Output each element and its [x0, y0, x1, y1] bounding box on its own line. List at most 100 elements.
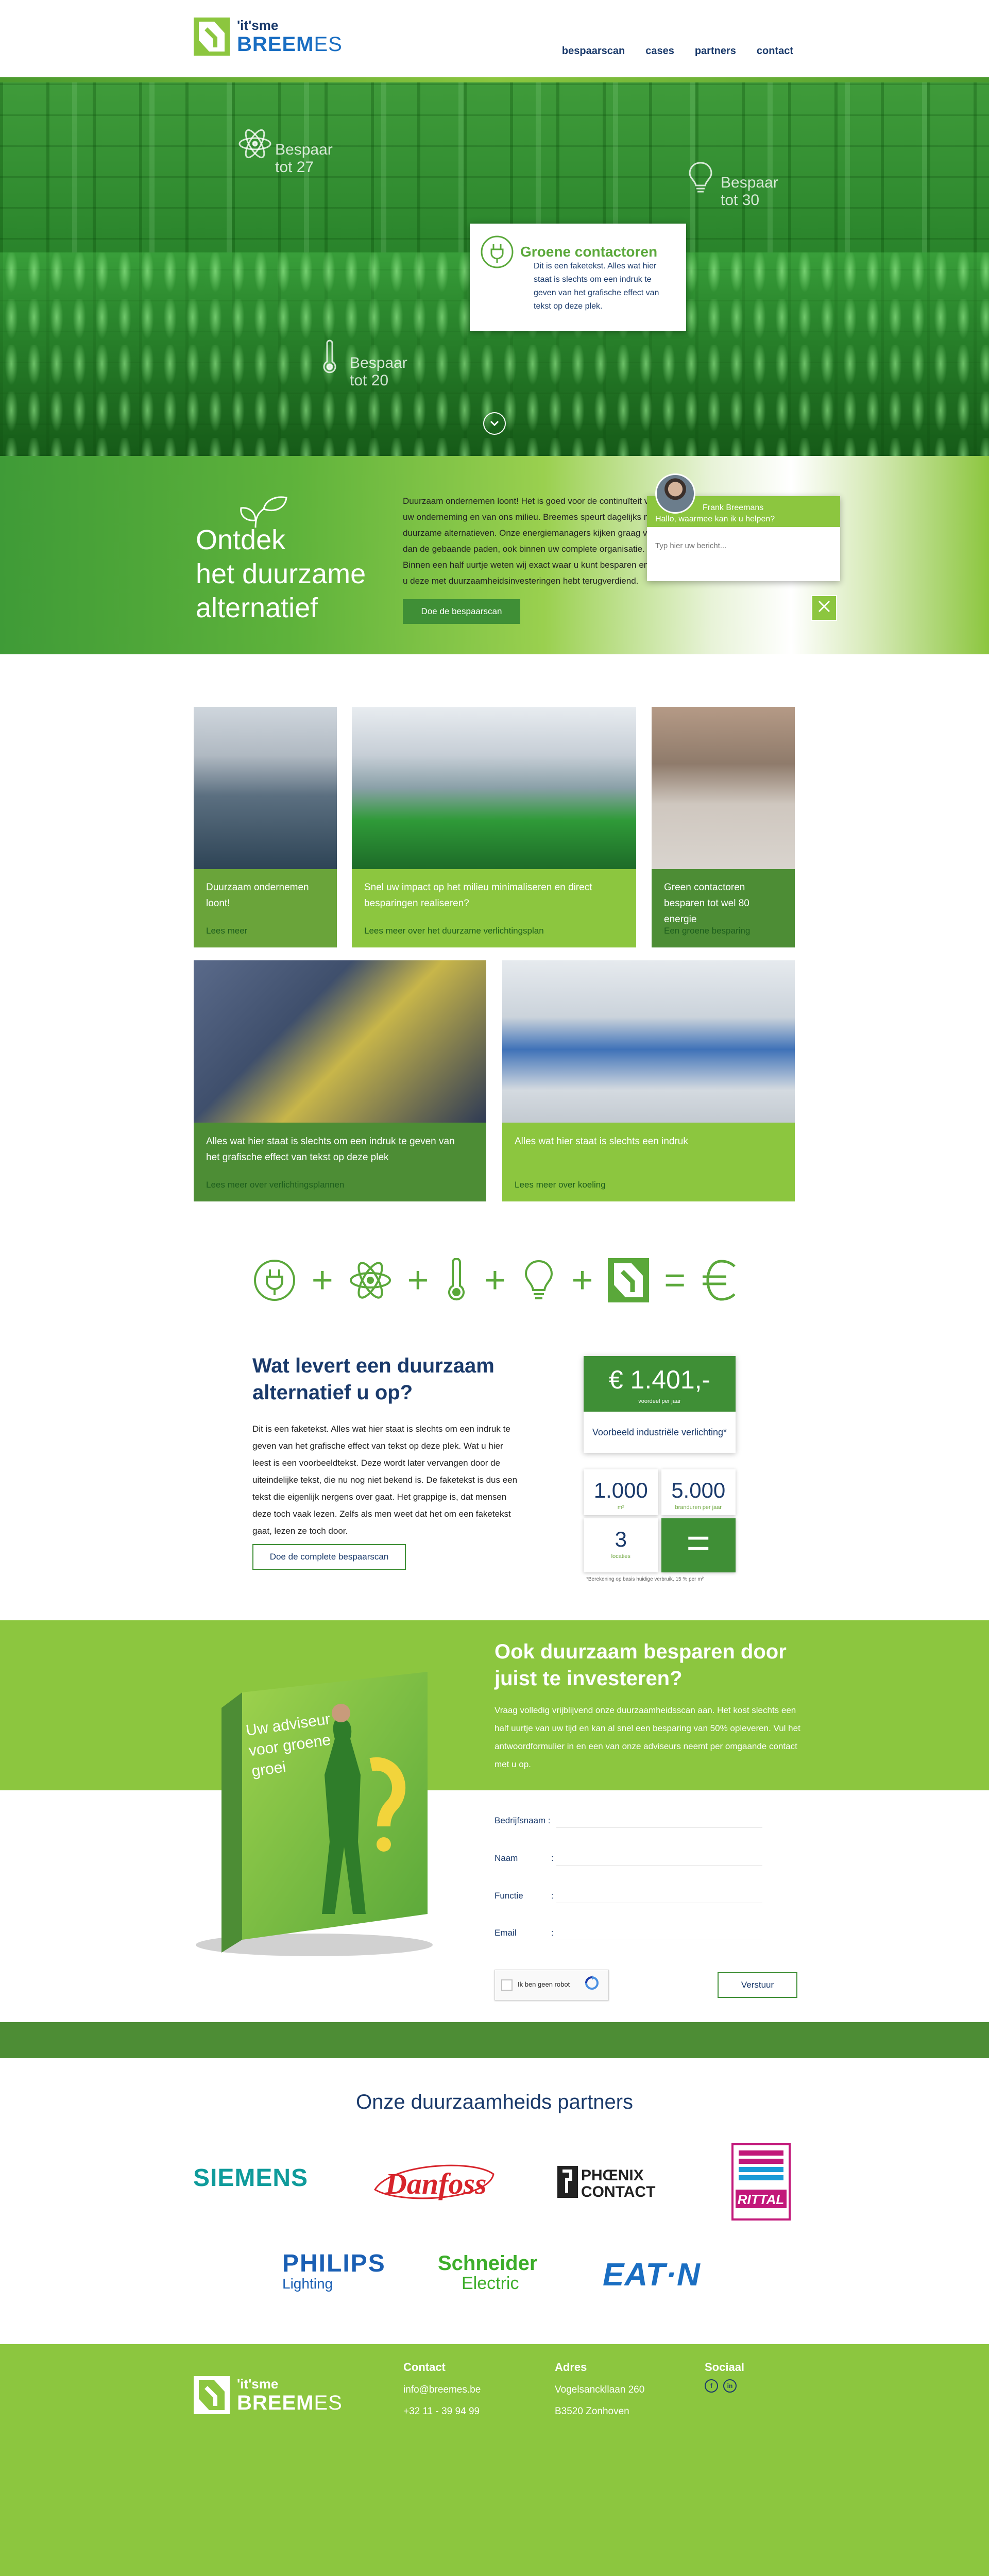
- popup-text: Dit is een faketekst. Alles wat hier sta…: [534, 262, 659, 311]
- euro-icon: [702, 1260, 736, 1301]
- hero-feature-atom[interactable]: Bespaar tot 27: [237, 126, 337, 176]
- chat-agent-name: Frank Breemans: [703, 503, 764, 512]
- hero-popup: Groene contactoren Dit is een faketekst.…: [470, 224, 686, 331]
- email-input[interactable]: [556, 1926, 762, 1940]
- eaton-logo[interactable]: EAT·N: [603, 2257, 701, 2293]
- nav-cases[interactable]: cases: [645, 45, 674, 57]
- siemens-logo[interactable]: SIEMENS: [193, 2164, 308, 2192]
- social-links: f in: [705, 2379, 744, 2393]
- schneider-electric-logo[interactable]: Schneider Electric: [438, 2252, 537, 2293]
- name-input[interactable]: [556, 1851, 762, 1866]
- deliver-heading-line-2: alternatief u op?: [252, 1381, 413, 1404]
- philips-subline: Lighting: [282, 2276, 333, 2292]
- calc-area-field[interactable]: 1.000 m²: [584, 1469, 658, 1515]
- site-header: 'it'sme BREEMES bespaarscan cases partne…: [0, 0, 989, 77]
- company-input[interactable]: [556, 1814, 762, 1828]
- plus-sign: +: [571, 1260, 593, 1301]
- schneider-subline: Electric: [462, 2274, 519, 2293]
- case-caption: Alles wat hier staat is slechts een indr…: [502, 1123, 795, 1201]
- company-label: Bedrijfsnaam :: [494, 1816, 551, 1825]
- case-title: Duurzaam ondernemen loont!: [206, 882, 309, 909]
- case-image-brewery-tanks: [652, 707, 795, 869]
- calc-equals-button[interactable]: =: [661, 1518, 736, 1572]
- case-caption: Green contactoren besparen tot wel 80 en…: [652, 869, 795, 947]
- nav-contact[interactable]: contact: [757, 45, 793, 57]
- submit-button[interactable]: Verstuur: [718, 1972, 797, 1998]
- hero-feature-lightbulb-text: Bespaar tot 30: [721, 174, 778, 209]
- function-input[interactable]: [556, 1889, 762, 1903]
- footer-logo-brand: BREEMES: [237, 2392, 343, 2414]
- chat-input[interactable]: [655, 538, 830, 553]
- case-image-bottling-line: [352, 707, 636, 869]
- phoenix-wordmark-line-1: PHŒNIX: [581, 2167, 644, 2184]
- footer-phone-link[interactable]: +32 11 - 39 94 99: [403, 2406, 480, 2417]
- linkedin-icon[interactable]: in: [723, 2379, 737, 2393]
- facebook-icon[interactable]: f: [705, 2379, 718, 2393]
- savings-example-label: Voorbeeld industriële verlichting*: [584, 1412, 736, 1453]
- chat-widget: Frank Breemans Hallo, waarmee kan ik u h…: [647, 473, 840, 581]
- case-title: Snel uw impact op het milieu minimaliser…: [364, 882, 592, 909]
- phoenix-contact-logo[interactable]: PHŒNIX CONTACT: [556, 2164, 675, 2200]
- avatar: [655, 473, 695, 514]
- bespaarscan-button[interactable]: Doe de bespaarscan: [403, 599, 520, 624]
- calc-locations-field[interactable]: 3 locaties: [584, 1518, 658, 1572]
- case-tile-5[interactable]: Alles wat hier staat is slechts een indr…: [502, 960, 795, 1201]
- atom-icon: [238, 129, 271, 159]
- chevron-down-icon: [490, 420, 499, 427]
- plus-sign: +: [407, 1260, 429, 1301]
- philips-lighting-logo[interactable]: PHILIPS Lighting: [282, 2251, 386, 2292]
- footer-social: Sociaal f in: [705, 2361, 744, 2393]
- breemes-logo-icon: [608, 1258, 650, 1302]
- calc-hours-field[interactable]: 5.000 branduren per jaar: [661, 1469, 736, 1515]
- footer-logo-text: 'it'sme BREEMES: [237, 2377, 343, 2413]
- discover-body: Duurzaam ondernemen loont! Het is goed v…: [403, 496, 668, 586]
- nav-bespaarscan[interactable]: bespaarscan: [562, 45, 625, 57]
- scroll-down-button[interactable]: [483, 412, 506, 435]
- chat-close-button[interactable]: [811, 595, 837, 621]
- hero-feature-thermometer[interactable]: Bespaar tot 20: [312, 339, 412, 389]
- thermometer-icon: [448, 1258, 465, 1301]
- case-tile-1[interactable]: Duurzaam ondernemen loont! Lees meer: [194, 707, 337, 947]
- header-divider: [0, 77, 989, 82]
- case-link[interactable]: Lees meer over het duurzame verlichtings…: [364, 926, 544, 936]
- complete-bespaarscan-button[interactable]: Doe de complete bespaarscan: [252, 1544, 406, 1570]
- header-logo[interactable]: 'it'sme BREEMES: [194, 18, 343, 56]
- deliver-heading: Wat levert een duurzaam alternatief u op…: [252, 1352, 494, 1406]
- calc-hours-unit: branduren per jaar: [675, 1504, 722, 1511]
- site-footer: [0, 2344, 989, 2576]
- case-image-printing-machine: [194, 707, 337, 869]
- discover-heading: Ontdek het duurzame alternatief: [196, 523, 366, 625]
- case-link[interactable]: Lees meer over verlichtingsplannen: [206, 1180, 344, 1190]
- case-caption: Duurzaam ondernemen loont! Lees meer: [194, 869, 337, 947]
- case-link[interactable]: Lees meer over koeling: [515, 1180, 606, 1190]
- savings-price-sub: voordeel per jaar: [638, 1398, 681, 1404]
- case-link[interactable]: Lees meer: [206, 926, 247, 936]
- deliver-heading-line-1: Wat levert een duurzaam: [252, 1354, 494, 1377]
- invest-heading-line-1: Ook duurzaam besparen door: [494, 1640, 787, 1663]
- footer-logo-brand-main: BREEM: [237, 2392, 314, 2414]
- nav-partners[interactable]: partners: [695, 45, 736, 57]
- phoenix-wordmark-line-2: CONTACT: [581, 2183, 655, 2200]
- hero-feature-lightbulb[interactable]: Bespaar tot 30: [683, 159, 782, 209]
- case-tile-4[interactable]: Alles wat hier staat is slechts om een i…: [194, 960, 486, 1201]
- case-tile-3[interactable]: Green contactoren besparen tot wel 80 en…: [652, 707, 795, 947]
- close-icon: [818, 600, 830, 613]
- hero-feature-atom-text: Bespaar tot 27: [275, 141, 333, 176]
- invest-body: Vraag volledig vrijblijvend onze duurzaa…: [494, 1705, 800, 1769]
- case-link[interactable]: Een groene besparing: [664, 926, 750, 936]
- calc-locations-unit: locaties: [611, 1553, 630, 1560]
- hero-banner: Bespaar tot 27 Bespaar tot 30 Bespaar to…: [0, 82, 989, 456]
- plus-sign: +: [311, 1260, 333, 1301]
- rittal-logo[interactable]: RITTAL: [731, 2143, 791, 2221]
- danfoss-logo[interactable]: Danfoss: [370, 2154, 499, 2210]
- invest-heading-line-2: juist te investeren?: [494, 1667, 683, 1690]
- recaptcha-checkbox[interactable]: [501, 1979, 513, 1991]
- footer-logo[interactable]: 'it'sme BREEMES: [194, 2376, 343, 2414]
- footer-email-link[interactable]: info@breemes.be: [403, 2384, 481, 2395]
- atom-icon: [349, 1262, 391, 1299]
- footer-social-title: Sociaal: [705, 2361, 745, 2374]
- email-label: Email: [494, 1928, 517, 1938]
- case-tile-2[interactable]: Snel uw impact op het milieu minimaliser…: [352, 707, 636, 947]
- discover-heading-line-2: het duurzame: [196, 558, 366, 589]
- brochure-image: Uw adviseur voor groene groei: [196, 1672, 433, 1956]
